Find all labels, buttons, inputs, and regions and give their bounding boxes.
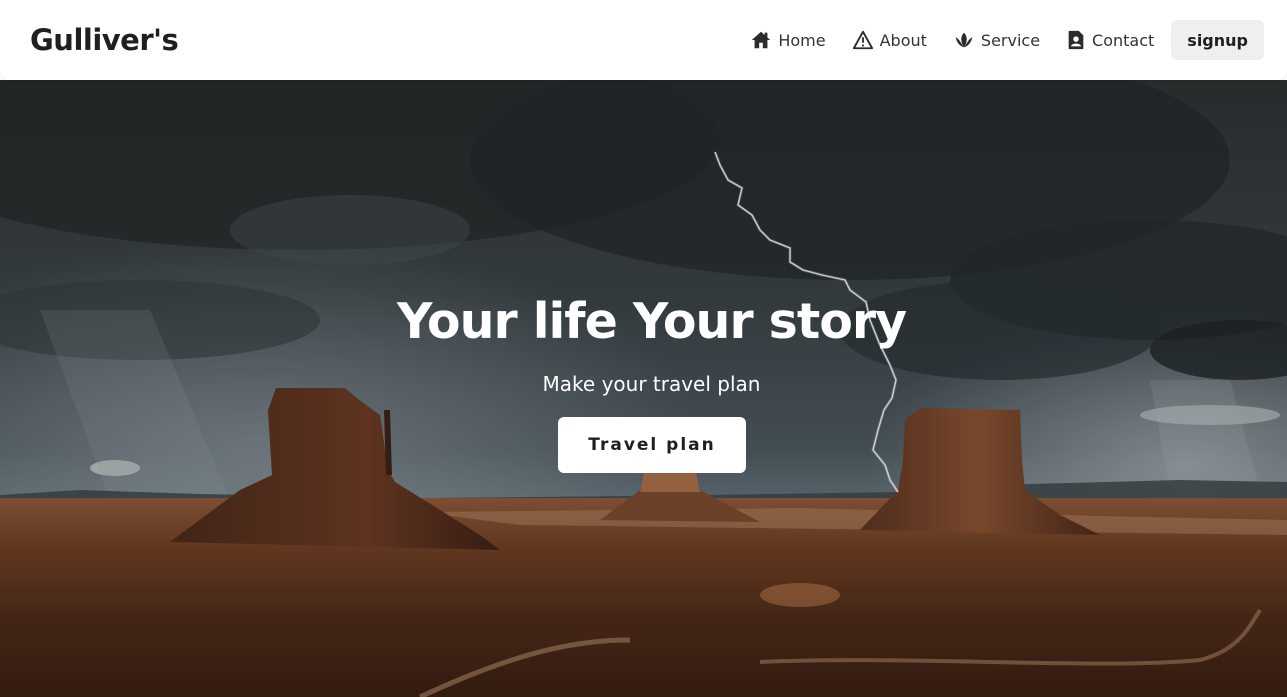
- nav-label-service: Service: [980, 30, 1041, 50]
- nav-item-contact[interactable]: Contact: [1066, 29, 1154, 51]
- nav-item-about[interactable]: About: [852, 29, 927, 51]
- main-nav: Home About Service Contact signup: [724, 20, 1264, 60]
- nav-label-about: About: [879, 30, 927, 50]
- nav-label-contact: Contact: [1092, 30, 1155, 50]
- hero-title: Your life Your story: [396, 293, 907, 350]
- nav-item-home[interactable]: Home: [750, 29, 826, 51]
- nav-label-home: Home: [778, 30, 826, 50]
- nav-item-service[interactable]: Service: [953, 29, 1040, 51]
- contact-card-icon: [1066, 29, 1086, 51]
- home-icon: [750, 29, 772, 51]
- brand-logo[interactable]: Gulliver's: [30, 23, 179, 57]
- landing-page: Gulliver's Home About Service Contact si…: [0, 0, 1287, 697]
- leaf-icon: [953, 29, 975, 51]
- warning-triangle-icon: [852, 29, 874, 51]
- signup-button[interactable]: signup: [1171, 20, 1264, 60]
- travel-plan-button[interactable]: Travel plan: [558, 417, 746, 473]
- hero-section: Your life Your story Make your travel pl…: [0, 80, 1287, 697]
- navbar: Gulliver's Home About Service Contact si…: [0, 0, 1287, 80]
- hero-subtitle: Make your travel plan: [542, 372, 761, 396]
